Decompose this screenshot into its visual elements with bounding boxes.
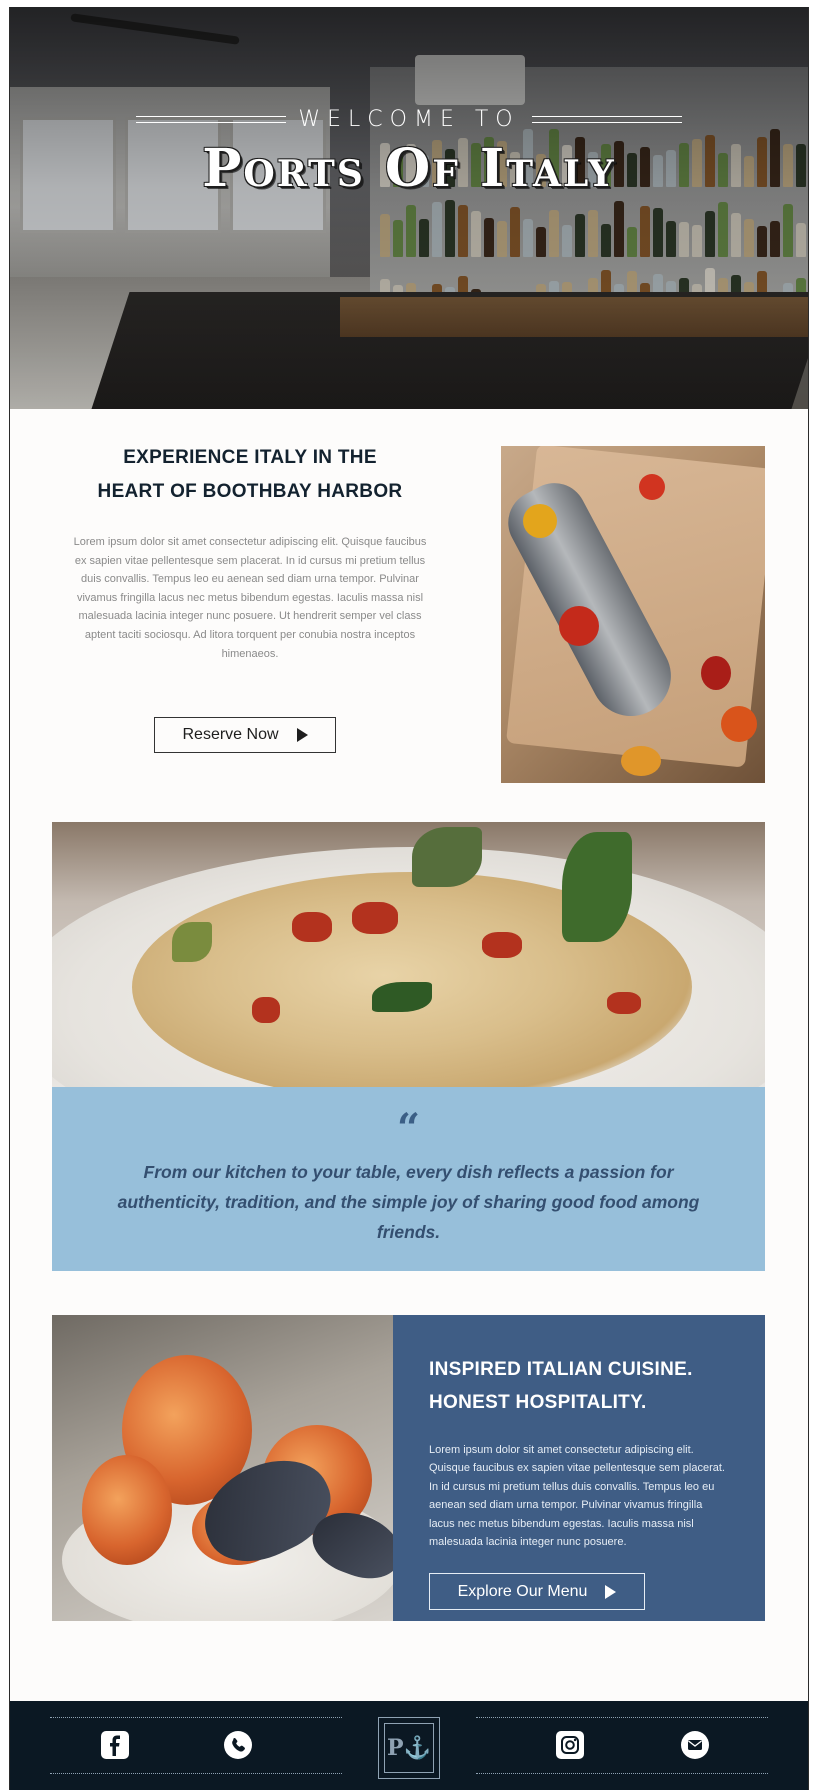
play-arrow-icon [296,728,308,742]
logo-monogram: P⚓ [384,1723,434,1773]
shrimp-dish-photo [52,1315,393,1621]
cuisine-panel: INSPIRED ITALIAN CUISINE. HONEST HOSPITA… [393,1315,765,1621]
footer: P⚓ [10,1701,808,1790]
play-arrow-icon [605,1584,617,1599]
hero-title: Welcome To Ports Of Italy [10,107,808,199]
quote-panel: “ From our kitchen to your table, every … [52,1087,765,1271]
cuisine-body: Lorem ipsum dolor sit amet consectetur a… [429,1444,725,1549]
email-page: Welcome To Ports Of Italy EXPERIENCE ITA… [9,7,809,1790]
hero-banner: Welcome To Ports Of Italy [10,7,808,409]
experience-body: Lorem ipsum dolor sit amet consectetur a… [73,536,427,660]
instagram-icon[interactable] [555,1730,585,1760]
cuisine-heading: INSPIRED ITALIAN CUISINE. HONEST HOSPITA… [429,1359,693,1413]
pasta-dish-photo [52,822,765,1087]
explore-menu-button[interactable]: Explore Our Menu [429,1573,645,1610]
experience-heading: EXPERIENCE ITALY IN THE HEART OF BOOTHBA… [97,447,403,502]
grilled-fish-photo [501,446,765,783]
hero-welcome: Welcome To [298,107,520,132]
phone-icon[interactable] [223,1730,253,1760]
facebook-icon[interactable] [100,1730,130,1760]
restaurant-name: Ports Of Italy [202,138,616,199]
reserve-now-button[interactable]: Reserve Now [154,717,336,753]
quote-icon: “ [396,1105,420,1152]
email-icon[interactable] [680,1730,710,1760]
quote-text: From our kitchen to your table, every di… [117,1162,700,1242]
ports-of-italy-logo[interactable]: P⚓ [378,1717,440,1779]
